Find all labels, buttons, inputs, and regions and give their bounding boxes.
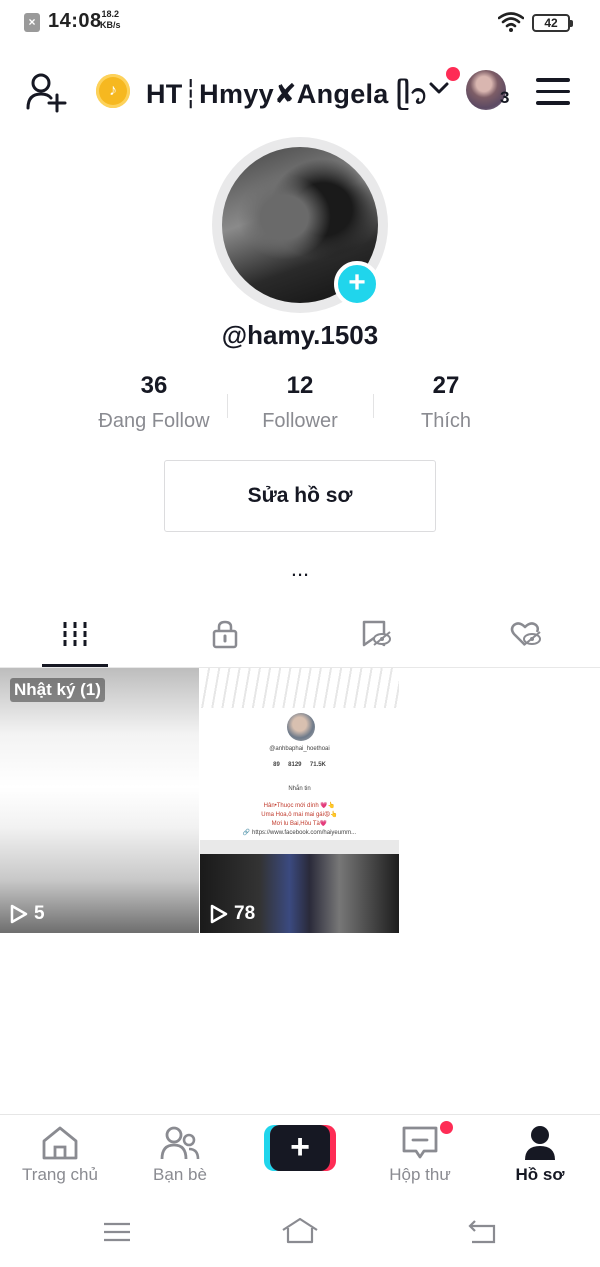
system-nav-bar [0,1198,600,1267]
inbox-notification-dot [440,1121,453,1134]
recent-apps-icon[interactable] [102,1220,132,1244]
video-tile[interactable]: Nhật ký (1) 5 [0,668,199,933]
inbox-icon [402,1126,438,1159]
menu-icon[interactable] [536,78,570,105]
status-bar: × 14:08 18.2 KB/s 42 [0,0,600,46]
profile-header: HT┆Hmyy✘Angela ᥫ᭡ 3 [0,60,600,120]
notification-dot [446,67,460,81]
add-friend-icon[interactable] [24,70,68,114]
back-icon[interactable] [466,1218,500,1246]
network-speed: 18.2 KB/s [100,9,121,30]
notification-icon: × [24,13,40,32]
tab-liked[interactable] [450,606,600,666]
tab-bookmarks[interactable] [300,606,450,666]
nav-profile[interactable]: Hồ sơ [480,1125,600,1185]
play-icon [10,904,28,924]
tab-active-indicator [42,664,108,667]
edit-profile-button[interactable]: Sửa hồ sơ [164,460,436,532]
nav-inbox[interactable]: Hộp thư [360,1125,480,1185]
wifi-icon [497,12,525,37]
diary-tag: Nhật ký (1) [10,678,105,702]
video-tile[interactable]: @anhbaphai_hoethoai 89 8129 71.5K Nhắn t… [200,668,399,933]
create-icon: + [270,1125,330,1171]
tab-videos[interactable] [0,606,150,666]
profile-stats: 36 Đang Follow 12 Follower 27 Thích [0,372,600,442]
bottom-nav: Trang chủ Bạn bè + Hộp thư Hồ sơ [0,1114,600,1198]
more-options[interactable]: ... [0,556,600,582]
username: @hamy.1503 [221,320,379,350]
add-story-button[interactable]: + [334,261,380,307]
thumbnail-tabs [200,840,399,854]
battery-icon: 42 [532,14,573,32]
stat-followers[interactable]: 12 Follower [225,372,375,433]
nav-friends[interactable]: Bạn bè [120,1125,240,1185]
stat-following[interactable]: 36 Đang Follow [79,372,229,433]
status-time: 14:08 [48,10,102,32]
lock-icon [212,620,238,649]
profile-icon [525,1126,555,1160]
stat-likes[interactable]: 27 Thích [371,372,521,433]
account-count: 3 [500,88,510,107]
home-icon [42,1126,78,1160]
home-button-icon[interactable] [280,1216,320,1246]
hidden-bookmark-icon [362,620,391,647]
play-icon [210,904,228,924]
hidden-heart-icon [510,622,541,646]
nav-home[interactable]: Trang chủ [0,1125,120,1185]
view-count: 78 [210,903,255,925]
coins-icon[interactable] [96,74,130,108]
videos-grid-icon [63,622,87,646]
thumbnail-blur [200,668,399,708]
friends-icon [160,1126,200,1160]
thumbnail-avatar [287,713,315,741]
tab-private[interactable] [150,606,300,666]
create-button[interactable]: + [264,1125,336,1171]
account-name[interactable]: HT┆Hmyy✘Angela ᥫ᭡ [146,74,428,123]
chevron-down-icon[interactable] [428,80,450,101]
view-count: 5 [10,903,45,925]
profile-tabs [0,606,600,668]
